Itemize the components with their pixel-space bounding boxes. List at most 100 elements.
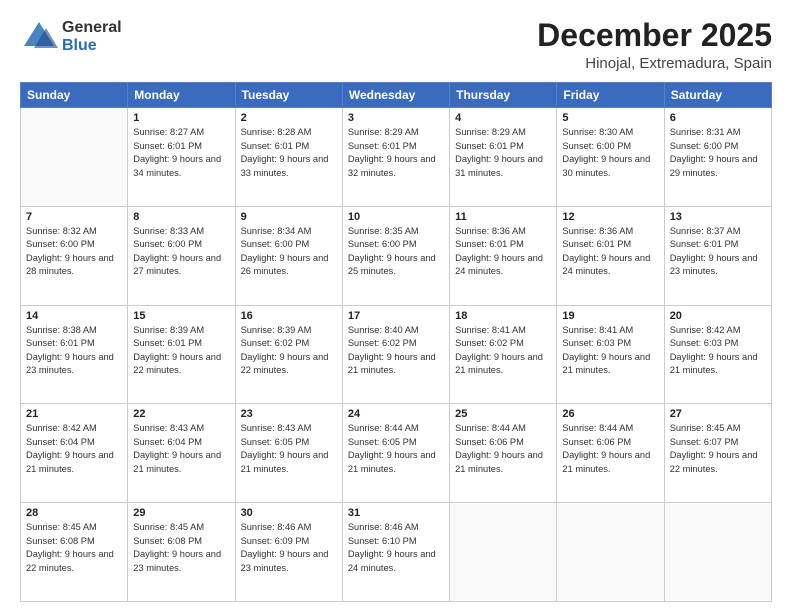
calendar-cell: 6 Sunrise: 8:31 AMSunset: 6:00 PMDaylight… <box>664 108 771 207</box>
day-number: 11 <box>455 211 551 223</box>
day-number: 20 <box>670 310 766 322</box>
calendar-cell: 20 Sunrise: 8:42 AMSunset: 6:03 PMDayligh… <box>664 305 771 404</box>
calendar-cell: 23 Sunrise: 8:43 AMSunset: 6:05 PMDayligh… <box>235 404 342 503</box>
day-info: Sunrise: 8:36 AMSunset: 6:01 PMDaylight:… <box>562 225 658 279</box>
day-info: Sunrise: 8:31 AMSunset: 6:00 PMDaylight:… <box>670 126 766 180</box>
day-number: 3 <box>348 112 444 124</box>
calendar-cell: 15Sunrise: 8:39 AMSunset: 6:01 PMDayligh… <box>128 305 235 404</box>
calendar-cell: 13 Sunrise: 8:37 AMSunset: 6:01 PMDayligh… <box>664 206 771 305</box>
day-info: Sunrise: 8:27 AMSunset: 6:01 PMDaylight:… <box>133 126 229 180</box>
logo-general: General <box>62 19 122 37</box>
day-info: Sunrise: 8:45 AMSunset: 6:08 PMDaylight:… <box>133 521 229 575</box>
day-info: Sunrise: 8:37 AMSunset: 6:01 PMDaylight:… <box>670 225 766 279</box>
calendar-cell: 12 Sunrise: 8:36 AMSunset: 6:01 PMDayligh… <box>557 206 664 305</box>
calendar-cell <box>21 108 128 207</box>
day-info: Sunrise: 8:43 AMSunset: 6:04 PMDaylight:… <box>133 422 229 476</box>
calendar-week-row: 21Sunrise: 8:42 AMSunset: 6:04 PMDayligh… <box>21 404 772 503</box>
day-info: Sunrise: 8:42 AMSunset: 6:03 PMDaylight:… <box>670 324 766 378</box>
day-info: Sunrise: 8:38 AMSunset: 6:01 PMDaylight:… <box>26 324 122 378</box>
weekday-header: Sunday <box>21 83 128 108</box>
day-info: Sunrise: 8:41 AMSunset: 6:02 PMDaylight:… <box>455 324 551 378</box>
day-info: Sunrise: 8:34 AMSunset: 6:00 PMDaylight:… <box>241 225 337 279</box>
calendar-cell <box>450 503 557 602</box>
calendar-cell: 8 Sunrise: 8:33 AMSunset: 6:00 PMDaylight… <box>128 206 235 305</box>
day-number: 14 <box>26 310 122 322</box>
calendar-cell: 27 Sunrise: 8:45 AMSunset: 6:07 PMDayligh… <box>664 404 771 503</box>
day-info: Sunrise: 8:30 AMSunset: 6:00 PMDaylight:… <box>562 126 658 180</box>
day-info: Sunrise: 8:43 AMSunset: 6:05 PMDaylight:… <box>241 422 337 476</box>
weekday-header: Wednesday <box>342 83 449 108</box>
day-number: 19 <box>562 310 658 322</box>
weekday-header: Thursday <box>450 83 557 108</box>
logo-text: General Blue <box>62 19 122 55</box>
calendar-cell: 17Sunrise: 8:40 AMSunset: 6:02 PMDayligh… <box>342 305 449 404</box>
calendar-header-row: SundayMondayTuesdayWednesdayThursdayFrid… <box>21 83 772 108</box>
calendar-cell: 4Sunrise: 8:29 AMSunset: 6:01 PMDaylight… <box>450 108 557 207</box>
day-info: Sunrise: 8:29 AMSunset: 6:01 PMDaylight:… <box>455 126 551 180</box>
day-number: 30 <box>241 507 337 519</box>
day-info: Sunrise: 8:44 AMSunset: 6:05 PMDaylight:… <box>348 422 444 476</box>
calendar-cell: 28 Sunrise: 8:45 AMSunset: 6:08 PMDayligh… <box>21 503 128 602</box>
day-number: 10 <box>348 211 444 223</box>
calendar-cell: 29 Sunrise: 8:45 AMSunset: 6:08 PMDayligh… <box>128 503 235 602</box>
calendar-cell: 31Sunrise: 8:46 AMSunset: 6:10 PMDayligh… <box>342 503 449 602</box>
top-section: General Blue December 2025 Hinojal, Extr… <box>20 18 772 72</box>
day-info: Sunrise: 8:45 AMSunset: 6:07 PMDaylight:… <box>670 422 766 476</box>
weekday-header: Monday <box>128 83 235 108</box>
calendar-week-row: 7Sunrise: 8:32 AMSunset: 6:00 PMDaylight… <box>21 206 772 305</box>
day-number: 25 <box>455 408 551 420</box>
logo-blue: Blue <box>62 37 122 55</box>
day-info: Sunrise: 8:35 AMSunset: 6:00 PMDaylight:… <box>348 225 444 279</box>
day-number: 2 <box>241 112 337 124</box>
day-number: 1 <box>133 112 229 124</box>
logo-icon <box>20 18 58 56</box>
day-info: Sunrise: 8:33 AMSunset: 6:00 PMDaylight:… <box>133 225 229 279</box>
logo: General Blue <box>20 18 122 56</box>
day-number: 16 <box>241 310 337 322</box>
calendar-week-row: 28 Sunrise: 8:45 AMSunset: 6:08 PMDayligh… <box>21 503 772 602</box>
day-number: 23 <box>241 408 337 420</box>
calendar-cell: 30Sunrise: 8:46 AMSunset: 6:09 PMDayligh… <box>235 503 342 602</box>
calendar-cell: 5Sunrise: 8:30 AMSunset: 6:00 PMDaylight… <box>557 108 664 207</box>
calendar-cell: 3 Sunrise: 8:29 AMSunset: 6:01 PMDaylight… <box>342 108 449 207</box>
calendar-cell <box>557 503 664 602</box>
day-info: Sunrise: 8:44 AMSunset: 6:06 PMDaylight:… <box>562 422 658 476</box>
calendar-cell: 19 Sunrise: 8:41 AMSunset: 6:03 PMDayligh… <box>557 305 664 404</box>
day-info: Sunrise: 8:39 AMSunset: 6:02 PMDaylight:… <box>241 324 337 378</box>
calendar-cell: 16 Sunrise: 8:39 AMSunset: 6:02 PMDayligh… <box>235 305 342 404</box>
calendar-cell: 11 Sunrise: 8:36 AMSunset: 6:01 PMDayligh… <box>450 206 557 305</box>
day-number: 17 <box>348 310 444 322</box>
calendar-cell: 14 Sunrise: 8:38 AMSunset: 6:01 PMDayligh… <box>21 305 128 404</box>
calendar-cell: 26 Sunrise: 8:44 AMSunset: 6:06 PMDayligh… <box>557 404 664 503</box>
day-number: 6 <box>670 112 766 124</box>
weekday-header: Saturday <box>664 83 771 108</box>
day-number: 18 <box>455 310 551 322</box>
calendar-cell: 21Sunrise: 8:42 AMSunset: 6:04 PMDayligh… <box>21 404 128 503</box>
day-number: 26 <box>562 408 658 420</box>
day-number: 12 <box>562 211 658 223</box>
day-info: Sunrise: 8:44 AMSunset: 6:06 PMDaylight:… <box>455 422 551 476</box>
day-number: 7 <box>26 211 122 223</box>
main-title: December 2025 <box>537 18 772 53</box>
calendar-cell <box>664 503 771 602</box>
subtitle: Hinojal, Extremadura, Spain <box>537 55 772 72</box>
day-info: Sunrise: 8:28 AMSunset: 6:01 PMDaylight:… <box>241 126 337 180</box>
day-info: Sunrise: 8:29 AMSunset: 6:01 PMDaylight:… <box>348 126 444 180</box>
day-number: 13 <box>670 211 766 223</box>
day-number: 15 <box>133 310 229 322</box>
calendar-cell: 18 Sunrise: 8:41 AMSunset: 6:02 PMDayligh… <box>450 305 557 404</box>
day-info: Sunrise: 8:45 AMSunset: 6:08 PMDaylight:… <box>26 521 122 575</box>
day-info: Sunrise: 8:36 AMSunset: 6:01 PMDaylight:… <box>455 225 551 279</box>
day-info: Sunrise: 8:41 AMSunset: 6:03 PMDaylight:… <box>562 324 658 378</box>
calendar-cell: 2 Sunrise: 8:28 AMSunset: 6:01 PMDaylight… <box>235 108 342 207</box>
day-number: 27 <box>670 408 766 420</box>
day-number: 28 <box>26 507 122 519</box>
day-number: 21 <box>26 408 122 420</box>
calendar-week-row: 1 Sunrise: 8:27 AMSunset: 6:01 PMDaylight… <box>21 108 772 207</box>
calendar-cell: 24Sunrise: 8:44 AMSunset: 6:05 PMDayligh… <box>342 404 449 503</box>
day-number: 8 <box>133 211 229 223</box>
calendar-cell: 10 Sunrise: 8:35 AMSunset: 6:00 PMDayligh… <box>342 206 449 305</box>
page: General Blue December 2025 Hinojal, Extr… <box>0 0 792 612</box>
calendar-cell: 22Sunrise: 8:43 AMSunset: 6:04 PMDayligh… <box>128 404 235 503</box>
day-number: 29 <box>133 507 229 519</box>
